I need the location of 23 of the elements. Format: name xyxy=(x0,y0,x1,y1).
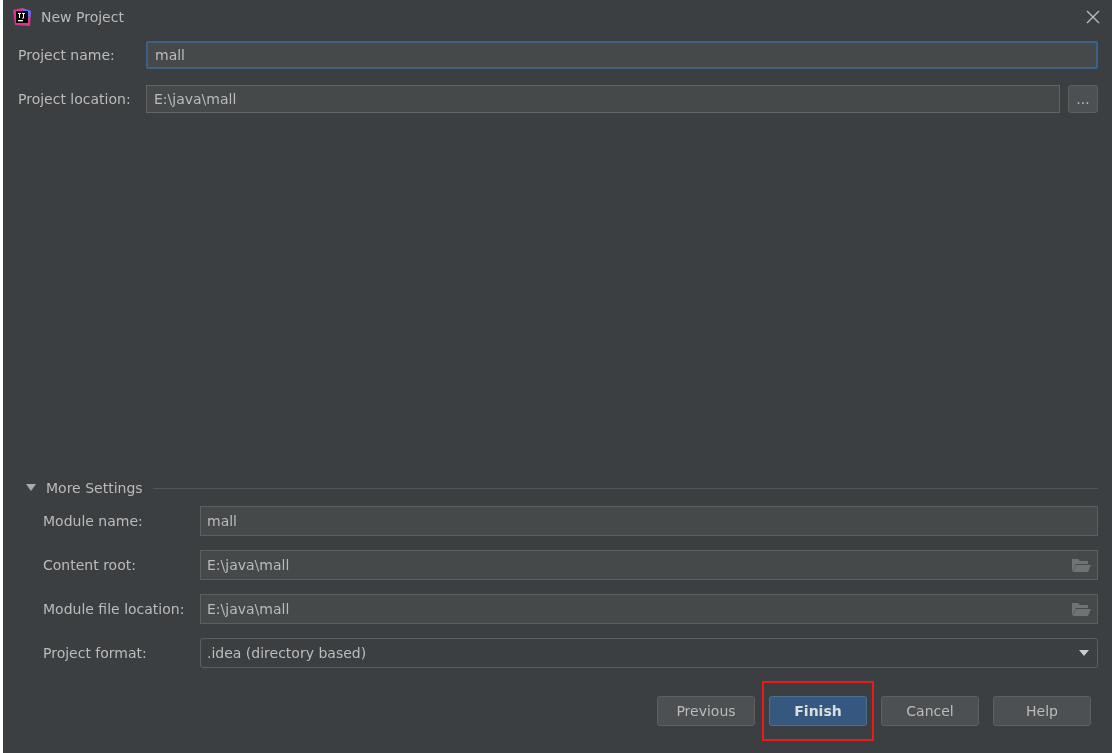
section-title[interactable]: More Settings xyxy=(46,480,143,496)
path-field[interactable]: E:\java\mall xyxy=(200,594,1098,624)
path-field[interactable]: E:\java\mall xyxy=(200,550,1098,580)
field-label: Content root: xyxy=(43,557,137,573)
dropdown-field[interactable]: .idea (directory based) xyxy=(200,638,1098,668)
app-logo-icon xyxy=(12,6,32,27)
dialog-button[interactable]: Previous xyxy=(657,696,755,726)
dropdown-arrow-icon xyxy=(1079,649,1089,657)
dialog-button[interactable]: Cancel xyxy=(881,696,979,726)
browse-button[interactable]: ... xyxy=(1068,85,1098,113)
field-label: Project location: xyxy=(18,91,132,107)
dialog-button[interactable]: Finish xyxy=(769,696,867,726)
close-icon[interactable] xyxy=(1086,9,1100,24)
text-field[interactable]: mall xyxy=(146,41,1098,69)
field-label: Module file location: xyxy=(43,601,186,617)
field-label: Project format: xyxy=(43,645,148,661)
collapse-triangle-icon[interactable] xyxy=(26,484,36,492)
field-label: Project name: xyxy=(18,47,116,63)
text-field[interactable]: mall xyxy=(200,506,1098,536)
field-label: Module name: xyxy=(43,513,144,529)
dialog-button[interactable]: Help xyxy=(993,696,1091,726)
text-field[interactable]: E:\java\mall xyxy=(146,85,1060,113)
window-title: New Project xyxy=(41,8,125,25)
